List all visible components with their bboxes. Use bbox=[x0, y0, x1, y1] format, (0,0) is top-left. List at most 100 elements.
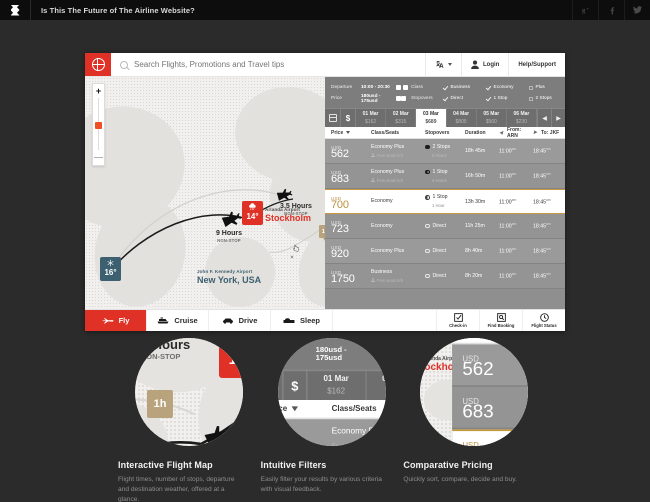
page-stage: Login Help/Support bbox=[0, 20, 650, 502]
leg-label-1: 9 Hours NON-STOP bbox=[216, 230, 242, 243]
row-stops-main: 2 Stops bbox=[425, 144, 465, 151]
column-header-stopovers[interactable]: Stopovers bbox=[425, 130, 465, 136]
column-header-from[interactable]: From: ARN bbox=[499, 127, 533, 139]
row-from-ampm: am bbox=[511, 147, 517, 152]
date-label: 06 Mar bbox=[513, 110, 530, 117]
row-price: USD 562 bbox=[325, 144, 371, 160]
checkin-button[interactable]: Check-in bbox=[436, 310, 479, 331]
class-option-plus-label: Plus bbox=[535, 85, 545, 90]
table-row[interactable]: USD 723 Economy Direct 11h 25m 11:00am 1… bbox=[325, 214, 565, 239]
column-header-class[interactable]: Class/Seats bbox=[371, 130, 425, 136]
class-option-business[interactable]: Business bbox=[443, 85, 480, 90]
stopovers-filter-row: Stopovers Direct 1 Stop 2 Stops bbox=[411, 93, 566, 104]
class-option-plus[interactable]: Plus bbox=[529, 85, 566, 90]
class-option-economy[interactable]: Economy bbox=[486, 85, 523, 90]
zoom-slider-handle[interactable] bbox=[95, 122, 102, 129]
date-option[interactable]: 05 Mar $560 bbox=[477, 109, 507, 127]
brand-tile[interactable] bbox=[85, 53, 111, 76]
slider-knob-min[interactable] bbox=[403, 85, 408, 90]
arrival-plane-icon bbox=[533, 130, 538, 135]
tab-fly[interactable]: Fly bbox=[85, 310, 147, 331]
map-pin-destination[interactable]: 14° bbox=[242, 201, 263, 225]
flight-status-button[interactable]: Flight Status bbox=[522, 310, 565, 331]
feature-comparative-pricing: Arlanda Airport Stockholm Price bbox=[403, 338, 532, 502]
row-duration: 13h 30m bbox=[465, 198, 486, 205]
flight-map[interactable]: + — 16° John F. Kennedy Airport New York… bbox=[85, 77, 325, 309]
stopover-badge[interactable]: 1h bbox=[319, 225, 325, 241]
date-option[interactable]: 01 Mar $162 bbox=[356, 109, 387, 127]
slider-knob-max[interactable] bbox=[396, 96, 401, 101]
table-row-selected[interactable]: USD 700 Economy 1 Stop 1 Hour 13h 30m 11… bbox=[325, 189, 565, 214]
column-header-from-label: From: ARN bbox=[506, 126, 522, 139]
departure-filter[interactable]: Departure 10:00 - 20:30 bbox=[331, 82, 408, 93]
row-seats-label: Few seats left bbox=[377, 152, 403, 158]
date-option[interactable]: 04 Mar $805 bbox=[447, 109, 477, 127]
table-row[interactable]: USD 920 Economy Plus Direct 8h 40m 11:00… bbox=[325, 239, 565, 264]
calendar-button[interactable] bbox=[325, 109, 341, 127]
next-dates-button[interactable]: ▶ bbox=[551, 109, 565, 127]
tab-drive[interactable]: Drive bbox=[209, 310, 271, 331]
find-booking-button[interactable]: Find Booking bbox=[479, 310, 522, 331]
date-option[interactable]: 02 Mar $315 bbox=[386, 109, 417, 127]
airline-app-window: Login Help/Support bbox=[85, 53, 565, 331]
help-support-button[interactable]: Help/Support bbox=[508, 53, 565, 76]
row-from-time: 11:00am bbox=[499, 198, 533, 206]
slider-knob-max[interactable] bbox=[396, 85, 401, 90]
currency-button[interactable]: $ bbox=[341, 109, 356, 127]
row-seats-label: Few seats left bbox=[377, 277, 403, 283]
zoom-in-button[interactable]: + bbox=[93, 86, 104, 96]
row-stops-label: Direct bbox=[432, 272, 447, 279]
price-filter[interactable]: Price 180usd - 175usd bbox=[331, 93, 406, 104]
stopovers-option-direct[interactable]: Direct bbox=[443, 96, 480, 101]
slider-knob-min[interactable] bbox=[401, 96, 406, 101]
thumb-date-label: 02 Mar bbox=[382, 374, 386, 385]
row-seats: Few seats left bbox=[371, 177, 425, 184]
column-header-price[interactable]: Price bbox=[325, 130, 371, 136]
class-option-economy-label: Economy bbox=[493, 85, 514, 90]
table-row[interactable]: USD 1750 Business Few seats left Direct … bbox=[325, 264, 565, 289]
date-price: $689 bbox=[425, 118, 437, 125]
stopovers-option-2stops[interactable]: 2 Stops bbox=[529, 96, 566, 101]
twitter-icon[interactable] bbox=[624, 0, 650, 20]
stopovers-option-1stop[interactable]: 1 Stop bbox=[486, 96, 523, 101]
column-header-to[interactable]: To: JKF bbox=[533, 130, 565, 136]
feature-description: Quickly sort, compare, decide and buy. bbox=[403, 476, 517, 483]
map-pin-origin[interactable]: 16° bbox=[100, 257, 121, 281]
zoom-slider-track[interactable] bbox=[95, 98, 102, 150]
search-icon bbox=[120, 60, 128, 69]
thumb-destination-pin: 14° bbox=[219, 338, 243, 378]
site-logo[interactable] bbox=[0, 0, 30, 20]
date-price: $315 bbox=[395, 118, 407, 125]
leg-1-stops: NON-STOP bbox=[217, 238, 241, 243]
results-table-body[interactable]: USD 562 Economy Plus Few seats left 2 St… bbox=[325, 139, 565, 309]
map-zoom-control[interactable]: + — bbox=[92, 83, 105, 166]
row-price: USD 1750 bbox=[325, 269, 371, 285]
row-from-time: 11:00am bbox=[499, 247, 533, 255]
language-selector[interactable] bbox=[425, 53, 461, 76]
search-input[interactable] bbox=[134, 60, 384, 69]
table-row[interactable]: USD 683 Economy Plus Few seats left 1 St… bbox=[325, 164, 565, 189]
row-stops-label: Direct bbox=[432, 222, 447, 229]
facebook-icon[interactable] bbox=[598, 0, 624, 20]
thumb-table-row: USD 562 Economy Plus Few seats left bbox=[452, 344, 529, 387]
tab-cruise[interactable]: Cruise bbox=[147, 310, 209, 331]
thumb-date-strip: $ 01 Mar $162 02 Mar $315 03 Mar $689 bbox=[277, 369, 386, 400]
date-price: $560 bbox=[485, 118, 497, 125]
date-option[interactable]: 06 Mar $230 bbox=[507, 109, 538, 127]
googleplus-icon[interactable]: g + bbox=[572, 0, 598, 20]
thumb-row-amount: 683 bbox=[462, 402, 494, 423]
date-option-selected[interactable]: 03 Mar $689 bbox=[416, 109, 447, 127]
prev-dates-button[interactable]: ◀ bbox=[537, 109, 551, 127]
magnifier-box-icon bbox=[496, 313, 506, 322]
thumb-departure-label: Departure bbox=[278, 338, 309, 341]
date-price: $805 bbox=[455, 118, 467, 125]
row-from-value: 11:00 bbox=[499, 173, 512, 180]
table-row[interactable]: USD 562 Economy Plus Few seats left 2 St… bbox=[325, 139, 565, 164]
search-bar[interactable] bbox=[111, 53, 425, 76]
zoom-out-button[interactable]: — bbox=[93, 152, 104, 162]
tab-sleep[interactable]: Sleep bbox=[271, 310, 333, 331]
thumb-date-option: 01 Mar $162 bbox=[307, 371, 366, 400]
row-stops: 1 Stop 1 Hour bbox=[425, 194, 465, 209]
column-header-duration[interactable]: Duration bbox=[465, 130, 499, 136]
login-button[interactable]: Login bbox=[461, 53, 508, 76]
